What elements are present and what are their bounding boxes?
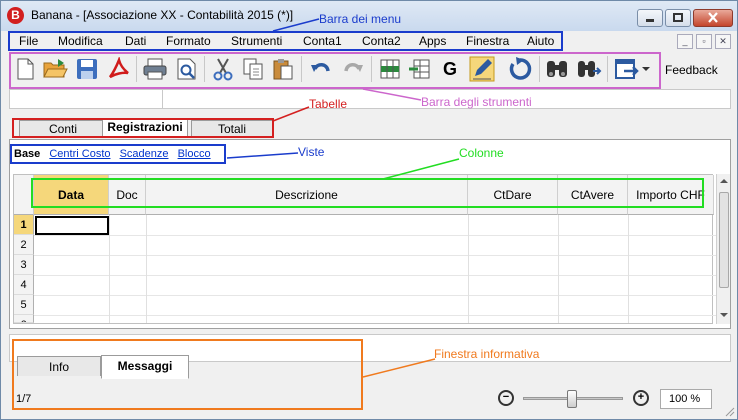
zoom-out-icon: − bbox=[502, 391, 510, 403]
selected-cell[interactable] bbox=[35, 216, 109, 235]
annotation-views-pointer bbox=[226, 152, 299, 159]
annotation-menu-bar-box bbox=[8, 31, 563, 51]
zoom-in-button[interactable]: + bbox=[633, 390, 649, 406]
mdi-minimize-button[interactable]: _ bbox=[677, 34, 693, 49]
annotation-tables-label: Tabelle bbox=[309, 97, 348, 111]
annotation-columns-box bbox=[31, 178, 704, 208]
annotation-toolbar-box bbox=[9, 52, 661, 89]
mdi-restore-button[interactable]: ▫ bbox=[696, 34, 712, 49]
feedback-button[interactable]: Feedback bbox=[665, 63, 718, 77]
zoom-out-button[interactable]: − bbox=[498, 390, 514, 406]
annotation-toolbar-label: Barra degli strumenti bbox=[421, 95, 532, 109]
mdi-close-button[interactable]: ✕ bbox=[715, 34, 731, 49]
minimize-icon bbox=[646, 19, 654, 22]
zoom-in-icon: + bbox=[637, 391, 645, 403]
scroll-up-icon[interactable] bbox=[718, 176, 730, 186]
zoom-level[interactable]: 100 % bbox=[660, 389, 712, 409]
annotation-info-window-pointer bbox=[362, 358, 436, 378]
scroll-down-icon[interactable] bbox=[718, 310, 730, 320]
row-header[interactable]: 5 bbox=[14, 295, 34, 315]
annotation-views-box bbox=[10, 144, 226, 164]
minimize-button[interactable] bbox=[637, 9, 663, 27]
row-header[interactable]: 3 bbox=[14, 255, 34, 275]
scrollbar-thumb[interactable] bbox=[719, 192, 729, 288]
row-header[interactable]: 4 bbox=[14, 275, 34, 295]
row-header[interactable]: 2 bbox=[14, 235, 34, 255]
annotation-columns-pointer bbox=[382, 158, 460, 180]
table-area: Base Centri Costo Scadenze Blocco Data D… bbox=[9, 139, 731, 329]
row-header[interactable]: 6 bbox=[14, 315, 34, 323]
annotation-tables-box bbox=[12, 118, 274, 138]
annotation-tables-pointer bbox=[272, 106, 310, 122]
resize-grip-icon[interactable] bbox=[723, 405, 735, 417]
annotation-toolbar-pointer bbox=[362, 88, 422, 101]
restore-icon bbox=[673, 13, 683, 22]
annotation-menu-bar-pointer bbox=[272, 18, 320, 32]
close-button[interactable] bbox=[693, 9, 733, 27]
banana-app-icon[interactable]: B bbox=[7, 7, 24, 24]
vertical-scrollbar[interactable] bbox=[716, 174, 730, 324]
annotation-info-window-label: Finestra informativa bbox=[434, 347, 540, 361]
annotation-menu-bar-label: Barra dei menu bbox=[319, 12, 402, 26]
maximize-button[interactable] bbox=[665, 9, 691, 27]
close-icon bbox=[708, 12, 718, 23]
annotation-views-label: Viste bbox=[298, 145, 325, 159]
annotation-info-window-box bbox=[12, 339, 363, 410]
annotation-columns-label: Colonne bbox=[459, 146, 504, 160]
row-header[interactable]: 1 bbox=[14, 215, 34, 235]
window-title: Banana - [Associazione XX - Contabilità … bbox=[31, 8, 294, 22]
app-window: B Banana - [Associazione XX - Contabilit… bbox=[0, 0, 738, 420]
zoom-slider-thumb[interactable] bbox=[567, 390, 577, 408]
